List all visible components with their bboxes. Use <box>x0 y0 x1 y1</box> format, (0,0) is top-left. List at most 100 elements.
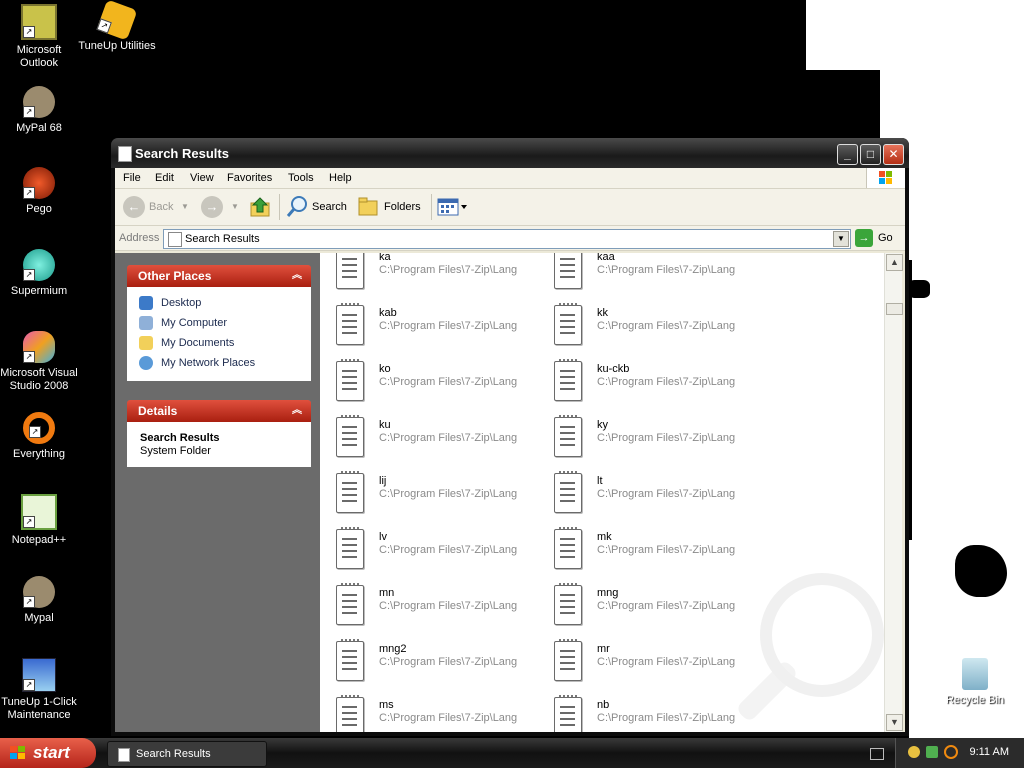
desktop-icon-mypal[interactable]: ↗ Mypal <box>0 576 78 625</box>
menu-tools[interactable]: Tools <box>288 172 314 184</box>
address-bar: Address Search Results ▼ → Go <box>115 226 905 251</box>
folders-icon[interactable] <box>357 195 381 219</box>
notepadpp-icon: ↗ <box>21 494 57 530</box>
place-my-documents[interactable]: My Documents <box>127 333 311 353</box>
back-dropdown-icon[interactable]: ▼ <box>181 197 189 217</box>
desktop-icon-recycle-bin[interactable]: Recycle Bin <box>936 658 1014 707</box>
search-button[interactable]: Search <box>312 197 347 217</box>
place-desktop[interactable]: Desktop <box>127 293 311 313</box>
file-item[interactable]: ms C:\Program Files\7-Zip\Lang <box>328 695 538 732</box>
menu-view[interactable]: View <box>190 172 214 184</box>
text-file-icon <box>554 583 582 625</box>
desktop-icon-pego[interactable]: ↗ Pego <box>0 167 78 216</box>
close-button[interactable]: ✕ <box>883 144 904 165</box>
desktop-icon-outlook[interactable]: ↗ Microsoft Outlook <box>0 4 78 70</box>
back-button[interactable]: Back <box>149 197 173 217</box>
tray-network-icon[interactable] <box>926 746 938 758</box>
forward-arrow-icon[interactable]: → <box>201 196 223 218</box>
desktop-icon-label: Pego <box>26 203 52 215</box>
search-watermark-icon <box>760 573 884 697</box>
file-item[interactable]: nb C:\Program Files\7-Zip\Lang <box>546 695 756 732</box>
folder-up-icon[interactable] <box>249 195 273 219</box>
file-item[interactable]: kk C:\Program Files\7-Zip\Lang <box>546 303 756 353</box>
file-item[interactable]: mk C:\Program Files\7-Zip\Lang <box>546 527 756 577</box>
menu-favorites[interactable]: Favorites <box>227 172 272 184</box>
desktop-icon-visual-studio[interactable]: ↗ Microsoft Visual Studio 2008 <box>0 331 78 393</box>
file-item[interactable]: mr C:\Program Files\7-Zip\Lang <box>546 639 756 689</box>
desktop-icon-label: Supermium <box>10 285 68 297</box>
text-file-icon <box>554 253 582 289</box>
file-item[interactable]: lt C:\Program Files\7-Zip\Lang <box>546 471 756 521</box>
file-item[interactable]: ko C:\Program Files\7-Zip\Lang <box>328 359 538 409</box>
file-item[interactable]: mng2 C:\Program Files\7-Zip\Lang <box>328 639 538 689</box>
keyboard-icon[interactable] <box>870 748 884 760</box>
computer-icon <box>139 316 153 330</box>
mypal-icon: ↗ <box>23 576 55 608</box>
file-list[interactable]: ka C:\Program Files\7-Zip\Lang kaa C:\Progr… <box>320 253 884 732</box>
explorer-window[interactable]: Search Results _ □ ✕ File Edit View Favo… <box>111 138 909 736</box>
file-path: C:\Program Files\7-Zip\Lang <box>379 712 518 724</box>
scroll-down-button[interactable]: ▼ <box>886 714 903 731</box>
file-item[interactable]: lij C:\Program Files\7-Zip\Lang <box>328 471 538 521</box>
file-path: C:\Program Files\7-Zip\Lang <box>379 264 518 276</box>
desktop-icon-everything[interactable]: ↗ Everything <box>0 412 78 461</box>
folders-button[interactable]: Folders <box>384 197 421 217</box>
address-input[interactable]: Search Results ▼ <box>163 229 851 249</box>
clock[interactable]: 9:11 AM <box>969 746 1009 758</box>
details-title: Details <box>138 404 178 418</box>
title-bar[interactable]: Search Results _ □ ✕ <box>111 138 909 168</box>
text-file-icon <box>336 695 364 732</box>
desktop-icon-notepadpp[interactable]: ↗ Notepad++ <box>0 494 78 547</box>
views-icon[interactable] <box>437 197 469 217</box>
file-item[interactable]: mng C:\Program Files\7-Zip\Lang <box>546 583 756 633</box>
everything-icon: ↗ <box>23 412 55 444</box>
desktop-icon-supermium[interactable]: ↗ Supermium <box>0 249 78 298</box>
file-item[interactable]: ka C:\Program Files\7-Zip\Lang <box>328 253 538 297</box>
file-name: kk <box>597 307 608 319</box>
file-path: C:\Program Files\7-Zip\Lang <box>597 656 736 668</box>
go-arrow-icon[interactable]: → <box>855 229 873 247</box>
search-icon[interactable] <box>285 195 309 219</box>
file-item[interactable]: ku-ckb C:\Program Files\7-Zip\Lang <box>546 359 756 409</box>
place-my-network-places[interactable]: My Network Places <box>127 353 311 373</box>
tray-app-icon[interactable] <box>908 746 920 758</box>
desktop-icon-tuneup[interactable]: ↗ TuneUp Utilities <box>78 0 156 53</box>
window-icon <box>118 146 132 162</box>
file-item[interactable]: mn C:\Program Files\7-Zip\Lang <box>328 583 538 633</box>
window-client: File Edit View Favorites Tools Help ← Ba… <box>115 168 905 732</box>
menu-file[interactable]: File <box>123 172 141 184</box>
desktop-icon-tuneup-maintenance[interactable]: ↗ TuneUp 1-Click Maintenance <box>0 658 78 722</box>
file-item[interactable]: lv C:\Program Files\7-Zip\Lang <box>328 527 538 577</box>
text-file-icon <box>554 471 582 513</box>
back-arrow-icon[interactable]: ← <box>123 196 145 218</box>
file-item[interactable]: ky C:\Program Files\7-Zip\Lang <box>546 415 756 465</box>
taskbar: start Search Results 9:11 AM <box>0 738 1024 768</box>
maximize-button[interactable]: □ <box>860 144 881 165</box>
menu-help[interactable]: Help <box>329 172 352 184</box>
collapse-chevron-icon[interactable]: ︽ <box>292 400 302 422</box>
collapse-chevron-icon[interactable]: ︽ <box>292 265 302 287</box>
taskbar-item-search-results[interactable]: Search Results <box>107 741 267 767</box>
minimize-button[interactable]: _ <box>837 144 858 165</box>
details-header[interactable]: Details ︽ <box>127 400 311 422</box>
file-item[interactable]: ku C:\Program Files\7-Zip\Lang <box>328 415 538 465</box>
file-path: C:\Program Files\7-Zip\Lang <box>597 376 736 388</box>
details-panel: Details ︽ Search Results System Folder <box>127 400 311 467</box>
start-button[interactable]: start <box>0 738 96 768</box>
file-name: ka <box>379 253 391 263</box>
file-path: C:\Program Files\7-Zip\Lang <box>379 376 518 388</box>
recycle-bin-icon <box>962 658 988 690</box>
desktop-icon-mypal68[interactable]: ↗ MyPal 68 <box>0 86 78 135</box>
file-item[interactable]: kaa C:\Program Files\7-Zip\Lang <box>546 253 756 297</box>
vertical-scrollbar[interactable]: ▲ ▼ <box>884 253 903 732</box>
tray-everything-icon[interactable] <box>944 745 958 759</box>
file-item[interactable]: kab C:\Program Files\7-Zip\Lang <box>328 303 538 353</box>
go-button[interactable]: Go <box>878 232 893 244</box>
menu-edit[interactable]: Edit <box>155 172 174 184</box>
scroll-up-button[interactable]: ▲ <box>886 254 903 271</box>
other-places-header[interactable]: Other Places ︽ <box>127 265 311 287</box>
address-dropdown-icon[interactable]: ▼ <box>833 231 849 247</box>
scroll-thumb[interactable] <box>886 303 903 315</box>
place-my-computer[interactable]: My Computer <box>127 313 311 333</box>
forward-dropdown-icon[interactable]: ▼ <box>231 197 239 217</box>
